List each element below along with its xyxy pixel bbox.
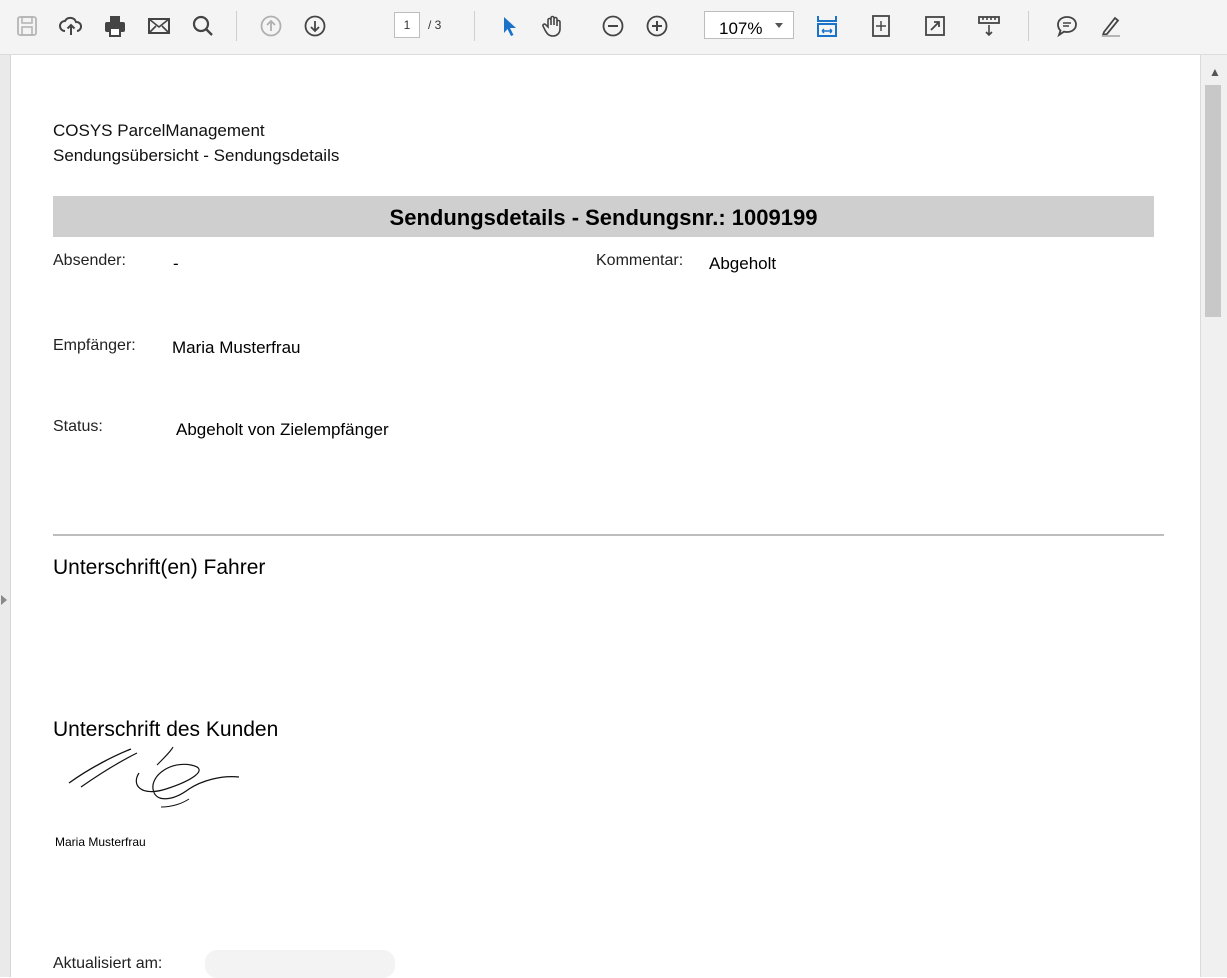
comment-icon[interactable]	[1050, 9, 1084, 43]
fit-page-icon[interactable]	[864, 9, 898, 43]
customer-signature-heading: Unterschrift des Kunden	[53, 718, 279, 741]
full-screen-icon[interactable]	[918, 9, 952, 43]
comment-label: Kommentar:	[596, 252, 684, 269]
app-name: COSYS ParcelManagement	[53, 121, 265, 140]
save-icon[interactable]	[10, 9, 44, 43]
driver-signature-heading: Unterschrift(en) Fahrer	[53, 556, 266, 579]
upload-icon[interactable]	[54, 9, 88, 43]
comment-value: Abgeholt	[709, 254, 777, 273]
scrollbar-thumb[interactable]	[1205, 85, 1221, 317]
updated-value-redacted	[205, 950, 395, 978]
highlight-pen-icon[interactable]	[1094, 9, 1128, 43]
vertical-scrollbar[interactable]: ▲	[1200, 55, 1227, 977]
page-number-input[interactable]: 1	[394, 12, 420, 38]
zoom-select[interactable]: 107%	[704, 11, 794, 39]
sender-value: -	[173, 254, 179, 273]
search-icon[interactable]	[186, 9, 220, 43]
page-title: Sendungsdetails - Sendungsnr.: 1009199	[389, 205, 818, 230]
prev-page-icon[interactable]	[254, 9, 288, 43]
hand-icon[interactable]	[536, 9, 570, 43]
select-arrow-icon[interactable]	[492, 9, 526, 43]
next-page-icon[interactable]	[298, 9, 332, 43]
breadcrumb: Sendungsübersicht - Sendungsdetails	[53, 146, 340, 165]
ruler-icon[interactable]	[972, 9, 1006, 43]
sender-label: Absender:	[53, 252, 126, 269]
status-value: Abgeholt von Zielempfänger	[176, 420, 389, 439]
zoom-out-icon[interactable]	[596, 9, 630, 43]
zoom-in-icon[interactable]	[640, 9, 674, 43]
chevron-down-icon	[775, 23, 783, 28]
chevron-right-icon	[1, 595, 7, 605]
fit-width-icon[interactable]	[810, 9, 844, 43]
page-total: / 3	[428, 18, 442, 32]
recipient-label: Empfänger:	[53, 337, 136, 354]
document-page: COSYS ParcelManagement Sendungsübersicht…	[11, 55, 1200, 978]
status-label: Status:	[53, 418, 103, 435]
updated-label: Aktualisiert am:	[53, 955, 163, 972]
left-panel-toggle[interactable]	[0, 55, 11, 977]
mail-icon[interactable]	[142, 9, 176, 43]
customer-signature-image	[68, 746, 240, 808]
recipient-value: Maria Musterfrau	[172, 338, 301, 357]
customer-signature-name: Maria Musterfrau	[55, 835, 146, 849]
pdf-toolbar: 1 / 3 107%	[0, 0, 1227, 55]
chevron-up-icon[interactable]: ▲	[1209, 65, 1221, 79]
divider	[53, 534, 1164, 536]
title-bar: Sendungsdetails - Sendungsnr.: 1009199	[53, 196, 1154, 237]
print-icon[interactable]	[98, 9, 132, 43]
